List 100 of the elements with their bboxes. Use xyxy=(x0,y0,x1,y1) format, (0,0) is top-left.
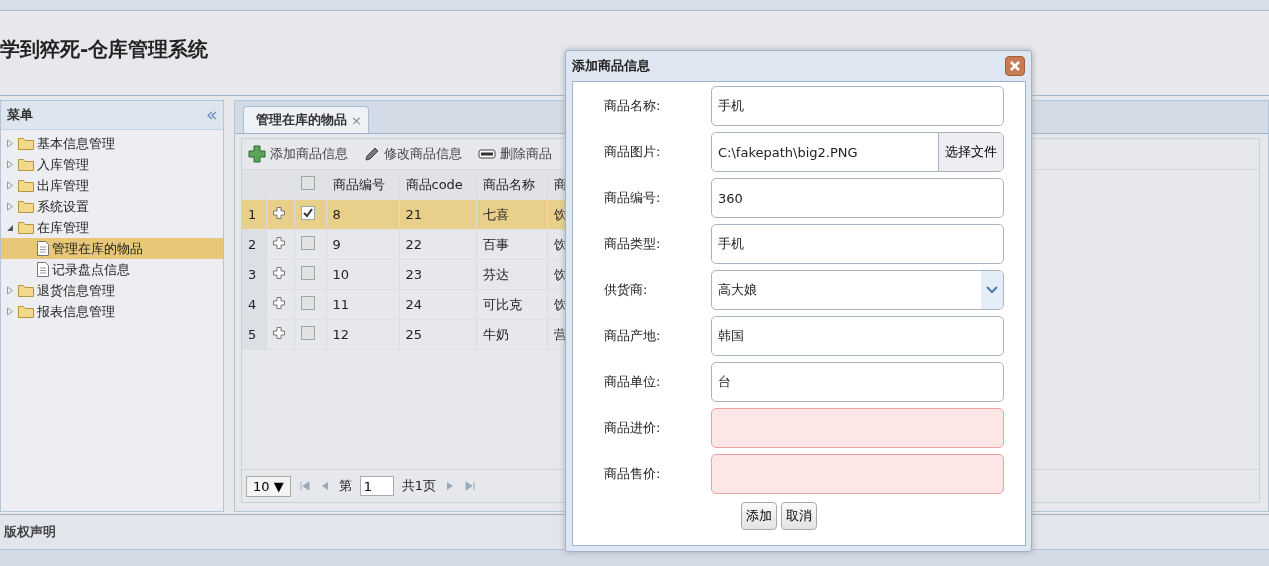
menu-item[interactable]: 系统设置 xyxy=(1,196,223,217)
collapse-arrow-icon[interactable] xyxy=(5,223,15,232)
table-cell: 10 xyxy=(326,259,399,290)
expand-arrow-icon[interactable] xyxy=(5,307,15,316)
field-label: 商品产地: xyxy=(604,327,662,345)
dialog-button[interactable]: 添加 xyxy=(741,502,777,530)
checkbox[interactable] xyxy=(300,236,315,250)
close-icon xyxy=(1009,60,1021,72)
checkbox[interactable] xyxy=(300,176,315,190)
table-cell: 七喜 xyxy=(476,199,547,230)
table-cell: 22 xyxy=(399,229,476,260)
minus-icon xyxy=(478,149,496,159)
row-number: 4 xyxy=(242,289,266,320)
dialog-button[interactable]: 取消 xyxy=(781,502,817,530)
document-icon xyxy=(37,241,49,256)
row-number: 1 xyxy=(242,199,266,230)
checkbox[interactable] xyxy=(300,206,315,220)
folder-icon xyxy=(18,158,34,171)
table-cell: 9 xyxy=(326,229,399,260)
tab[interactable]: 管理在库的物品 × xyxy=(243,106,369,133)
column-header[interactable]: 商品名称 xyxy=(476,170,547,200)
input-field[interactable]: 韩国 xyxy=(711,316,1004,356)
expand-arrow-icon[interactable] xyxy=(5,160,15,169)
input-field[interactable]: 手机 xyxy=(711,86,1004,126)
expand-row-icon[interactable] xyxy=(272,267,285,279)
row-number: 5 xyxy=(242,319,266,350)
folder-icon xyxy=(18,137,34,150)
field-label: 供货商: xyxy=(604,281,649,299)
menu-item[interactable]: 在库管理 xyxy=(1,217,223,238)
expand-arrow-icon[interactable] xyxy=(5,202,15,211)
choose-file-button[interactable]: 选择文件 xyxy=(938,133,1003,171)
expand-row-icon[interactable] xyxy=(272,297,285,309)
folder-icon xyxy=(18,200,34,213)
panel-title: 菜单 xyxy=(7,106,33,124)
folder-icon xyxy=(18,284,34,297)
last-page-icon[interactable] xyxy=(463,480,476,492)
input-field[interactable] xyxy=(711,454,1004,494)
table-cell: 百事 xyxy=(476,229,547,260)
pencil-icon xyxy=(364,146,380,162)
row-number: 2 xyxy=(242,229,266,260)
folder-icon xyxy=(18,221,34,234)
field-label: 商品进价: xyxy=(604,419,662,437)
menu-item[interactable]: 管理在库的物品 xyxy=(1,238,223,259)
field-label: 商品售价: xyxy=(604,465,662,483)
dialog-title: 添加商品信息 xyxy=(572,57,650,75)
input-field[interactable]: 360 xyxy=(711,178,1004,218)
toolbar-button[interactable]: 删除商品 xyxy=(478,145,552,163)
folder-icon xyxy=(18,305,34,318)
table-cell: 25 xyxy=(399,319,476,350)
menu-item[interactable]: 记录盘点信息 xyxy=(1,259,223,280)
menu-item[interactable]: 出库管理 xyxy=(1,175,223,196)
row-number: 3 xyxy=(242,259,266,290)
page-input[interactable]: 1 xyxy=(359,476,394,496)
folder-icon xyxy=(18,179,34,192)
table-cell: 24 xyxy=(399,289,476,320)
file-field[interactable]: C:\fakepath\big2.PNG 选择文件 xyxy=(711,132,1004,172)
table-cell: 8 xyxy=(326,199,399,230)
field-label: 商品图片: xyxy=(604,143,662,161)
table-cell: 11 xyxy=(326,289,399,320)
footer-title: 版权声明 xyxy=(4,523,56,541)
collapse-icon[interactable] xyxy=(207,110,217,120)
table-cell: 23 xyxy=(399,259,476,290)
page-total: 共1页 xyxy=(401,477,436,495)
plus-icon xyxy=(248,145,266,163)
column-header[interactable]: 商品编号 xyxy=(326,170,399,200)
field-label: 商品名称: xyxy=(604,97,662,115)
page-label: 第 xyxy=(338,477,352,495)
supplier-dropdown[interactable]: 高大娘 xyxy=(711,270,1004,310)
toolbar-button[interactable]: 修改商品信息 xyxy=(364,145,462,163)
checkbox[interactable] xyxy=(300,266,315,280)
field-label: 商品编号: xyxy=(604,189,662,207)
menu-item[interactable]: 入库管理 xyxy=(1,154,223,175)
document-icon xyxy=(37,262,49,277)
expand-row-icon[interactable] xyxy=(272,327,285,339)
expand-row-icon[interactable] xyxy=(272,207,285,219)
menu-item[interactable]: 退货信息管理 xyxy=(1,280,223,301)
expand-row-icon[interactable] xyxy=(272,237,285,249)
table-cell: 21 xyxy=(399,199,476,230)
checkbox[interactable] xyxy=(300,326,315,340)
expand-arrow-icon[interactable] xyxy=(5,286,15,295)
table-cell: 芬达 xyxy=(476,259,547,290)
input-field[interactable] xyxy=(711,408,1004,448)
expand-arrow-icon[interactable] xyxy=(5,139,15,148)
column-header[interactable]: 商品code xyxy=(399,170,476,200)
close-button[interactable] xyxy=(1005,56,1025,76)
table-cell: 12 xyxy=(326,319,399,350)
menu-item[interactable]: 报表信息管理 xyxy=(1,301,223,322)
expand-arrow-icon[interactable] xyxy=(5,181,15,190)
field-label: 商品单位: xyxy=(604,373,662,391)
input-field[interactable]: 台 xyxy=(711,362,1004,402)
field-label: 商品类型: xyxy=(604,235,662,253)
first-page-icon[interactable] xyxy=(298,480,311,492)
page-size-select[interactable]: 10 ▼ xyxy=(246,475,291,497)
menu-item[interactable]: 基本信息管理 xyxy=(1,133,223,154)
table-cell: 牛奶 xyxy=(476,319,547,350)
app-title: 学到猝死-仓库管理系统 xyxy=(0,35,209,63)
table-cell: 可比克 xyxy=(476,289,547,320)
toolbar-button[interactable]: 添加商品信息 xyxy=(248,145,348,163)
checkbox[interactable] xyxy=(300,296,315,310)
input-field[interactable]: 手机 xyxy=(711,224,1004,264)
